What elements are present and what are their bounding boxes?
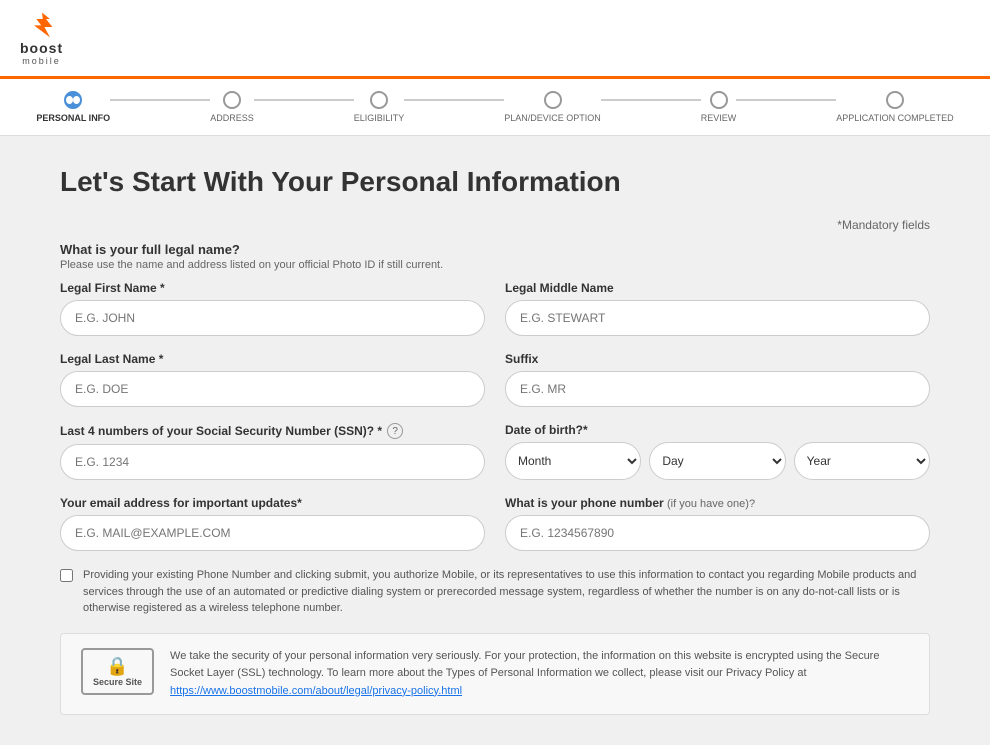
suffix-label: Suffix xyxy=(505,352,930,366)
name-section-sublabel: Please use the name and address listed o… xyxy=(60,259,930,271)
phone-consent-text: Providing your existing Phone Number and… xyxy=(83,567,930,617)
step-label-eligibility: ELIGIBILITY xyxy=(354,113,405,123)
first-name-group: Legal First Name * xyxy=(60,281,485,336)
email-phone-row: Your email address for important updates… xyxy=(60,496,930,551)
step-line-5 xyxy=(736,99,836,101)
step-circle-personal-info xyxy=(64,91,82,109)
email-label: Your email address for important updates… xyxy=(60,496,485,510)
ssn-group: Last 4 numbers of your Social Security N… xyxy=(60,423,485,480)
header: boost mobile xyxy=(0,0,990,79)
middle-name-group: Legal Middle Name xyxy=(505,281,930,336)
dob-label: Date of birth?* xyxy=(505,423,930,437)
ssl-lock-icon: 🔒 xyxy=(106,656,128,677)
ssl-text: We take the security of your personal in… xyxy=(170,648,909,701)
step-review[interactable]: REVIEW xyxy=(701,91,737,123)
first-name-input[interactable] xyxy=(60,300,485,336)
step-circle-review xyxy=(710,91,728,109)
name-section-label: What is your full legal name? xyxy=(60,242,930,257)
last-name-label: Legal Last Name * xyxy=(60,352,485,366)
ssl-secure-label: Secure Site xyxy=(93,677,142,687)
dob-group: Date of birth?* Month JanuaryFebruaryMar… xyxy=(505,423,930,480)
phone-consent-checkbox[interactable] xyxy=(60,569,73,582)
step-address[interactable]: ADDRESS xyxy=(210,91,254,123)
middle-name-label: Legal Middle Name xyxy=(505,281,930,295)
logo-text: boost xyxy=(20,40,63,56)
main-content: Let's Start With Your Personal Informati… xyxy=(0,136,990,745)
phone-consent-row: Providing your existing Phone Number and… xyxy=(60,567,930,617)
step-personal-info[interactable]: PERSONAL INFO xyxy=(36,91,110,123)
ssn-dob-row: Last 4 numbers of your Social Security N… xyxy=(60,423,930,480)
middle-name-input[interactable] xyxy=(505,300,930,336)
step-eligibility[interactable]: ELIGIBILITY xyxy=(354,91,405,123)
step-circle-plan-device xyxy=(544,91,562,109)
step-circle-eligibility xyxy=(370,91,388,109)
ssn-input[interactable] xyxy=(60,444,485,480)
last-name-input[interactable] xyxy=(60,371,485,407)
step-application-completed[interactable]: APPLICATION COMPLETED xyxy=(836,91,953,123)
step-label-application-completed: APPLICATION COMPLETED xyxy=(836,113,953,123)
dob-selects: Month JanuaryFebruaryMarch AprilMayJune … xyxy=(505,442,930,480)
first-name-label: Legal First Name * xyxy=(60,281,485,295)
page-title: Let's Start With Your Personal Informati… xyxy=(60,166,930,198)
boost-logo-icon xyxy=(22,10,62,40)
step-line-2 xyxy=(254,99,354,101)
step-circle-address xyxy=(223,91,241,109)
email-input[interactable] xyxy=(60,515,485,551)
step-plan-device[interactable]: PLAN/DEVICE OPTION xyxy=(504,91,601,123)
ssl-privacy-link[interactable]: https://www.boostmobile.com/about/legal/… xyxy=(170,685,462,697)
ssn-label: Last 4 numbers of your Social Security N… xyxy=(60,424,382,438)
ssl-section: 🔒 Secure Site We take the security of yo… xyxy=(60,633,930,716)
step-line-1 xyxy=(110,99,210,101)
ssl-badge: 🔒 Secure Site xyxy=(81,648,154,695)
mandatory-note: *Mandatory fields xyxy=(60,218,930,232)
name-row-1: Legal First Name * Legal Middle Name xyxy=(60,281,930,336)
email-group: Your email address for important updates… xyxy=(60,496,485,551)
step-line-4 xyxy=(601,99,701,101)
progress-steps: PERSONAL INFO ADDRESS ELIGIBILITY PLAN/D… xyxy=(36,91,953,123)
suffix-input[interactable] xyxy=(505,371,930,407)
phone-group: What is your phone number (if you have o… xyxy=(505,496,930,551)
dob-day-select[interactable]: Day for(let i=1;i<=31;i++) document.writ… xyxy=(649,442,785,480)
step-circle-application-completed xyxy=(886,91,904,109)
logo-subtext: mobile xyxy=(22,56,61,66)
step-label-personal-info: PERSONAL INFO xyxy=(36,113,110,123)
phone-label: What is your phone number (if you have o… xyxy=(505,496,930,510)
phone-input[interactable] xyxy=(505,515,930,551)
step-label-review: REVIEW xyxy=(701,113,737,123)
logo: boost mobile xyxy=(20,10,63,66)
step-label-address: ADDRESS xyxy=(210,113,254,123)
progress-bar: PERSONAL INFO ADDRESS ELIGIBILITY PLAN/D… xyxy=(0,79,990,136)
ssn-label-row: Last 4 numbers of your Social Security N… xyxy=(60,423,485,439)
last-name-group: Legal Last Name * xyxy=(60,352,485,407)
ssn-help-icon[interactable]: ? xyxy=(387,423,403,439)
suffix-group: Suffix xyxy=(505,352,930,407)
step-line-3 xyxy=(404,99,504,101)
dob-month-select[interactable]: Month JanuaryFebruaryMarch AprilMayJune … xyxy=(505,442,641,480)
dob-year-select[interactable]: Year for(let y=2024;y>=1900;y--) documen… xyxy=(794,442,930,480)
name-row-2: Legal Last Name * Suffix xyxy=(60,352,930,407)
step-label-plan-device: PLAN/DEVICE OPTION xyxy=(504,113,601,123)
